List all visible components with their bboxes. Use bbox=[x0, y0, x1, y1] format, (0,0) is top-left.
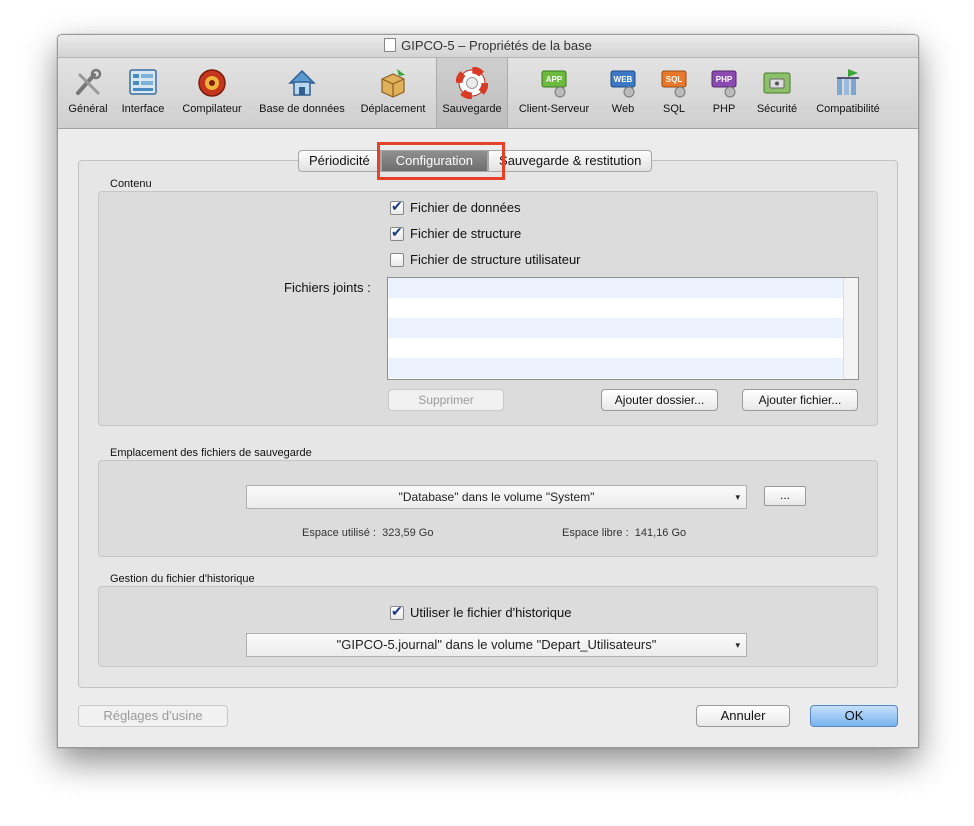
window-title: GIPCO-5 – Propriétés de la base bbox=[401, 38, 592, 53]
toolbar-item-web[interactable]: WEB Web bbox=[602, 58, 644, 128]
tab-periodicity[interactable]: Périodicité bbox=[298, 150, 381, 172]
security-icon bbox=[763, 72, 791, 94]
free-space-value: 141,16 Go bbox=[634, 527, 687, 539]
checkbox-checked-icon bbox=[390, 224, 404, 241]
toolbar-label: Client-Serveur bbox=[518, 103, 590, 115]
toolbar-item-move[interactable]: Déplacement bbox=[354, 58, 432, 128]
popup-arrow-icon: ▾ bbox=[735, 640, 740, 650]
checkbox-label: Fichier de structure utilisateur bbox=[410, 252, 581, 267]
factory-settings-button[interactable]: Réglages d'usine bbox=[78, 705, 228, 727]
checkbox-label: Utiliser le fichier d'historique bbox=[410, 605, 572, 620]
toolbar-item-compatibility[interactable]: Compatibilité bbox=[808, 58, 888, 128]
history-file-value: "GIPCO-5.journal" dans le volume "Depart… bbox=[336, 637, 657, 652]
toolbar-label: Déplacement bbox=[360, 103, 426, 115]
checkbox-unchecked-icon bbox=[390, 252, 404, 267]
toolbar-item-general[interactable]: Général bbox=[62, 58, 114, 128]
toolbar-label: Sécurité bbox=[756, 103, 798, 115]
add-folder-button[interactable]: Ajouter dossier... bbox=[601, 389, 718, 411]
toolbar-label: Général bbox=[68, 103, 108, 115]
toolbar-label: Interface bbox=[121, 103, 165, 115]
sql-icon: SQL bbox=[661, 70, 687, 98]
free-space: Espace libre : 141,16 Go bbox=[562, 527, 686, 539]
toolbar-label: Sauvegarde bbox=[442, 103, 502, 115]
toolbar-item-interface[interactable]: Interface bbox=[116, 58, 170, 128]
browse-button[interactable]: ... bbox=[764, 486, 806, 506]
highlight-frame bbox=[377, 142, 505, 180]
location-popup[interactable]: "Database" dans le volume "System" ▾ bbox=[246, 485, 747, 509]
web-icon: WEB bbox=[610, 70, 636, 98]
checkbox-data-file[interactable]: Fichier de données bbox=[390, 198, 521, 215]
toolbar: Général Interface Compilateur Base de do… bbox=[58, 58, 918, 129]
compiler-icon bbox=[198, 69, 226, 97]
cancel-button[interactable]: Annuler bbox=[696, 705, 790, 727]
toolbar-item-security[interactable]: Sécurité bbox=[752, 58, 802, 128]
section-label-history: Gestion du fichier d'historique bbox=[110, 573, 255, 585]
free-space-label: Espace libre : bbox=[562, 527, 629, 539]
used-space-value: 323,59 Go bbox=[382, 527, 434, 539]
toolbar-item-client-server[interactable]: APP Client-Serveur bbox=[512, 58, 596, 128]
toolbar-item-php[interactable]: PHP PHP bbox=[702, 58, 746, 128]
add-file-button[interactable]: Ajouter fichier... bbox=[742, 389, 858, 411]
toolbar-item-database[interactable]: Base de données bbox=[254, 58, 350, 128]
section-label-content: Contenu bbox=[110, 178, 152, 190]
interface-icon bbox=[129, 69, 157, 95]
section-label-location: Emplacement des fichiers de sauvegarde bbox=[110, 447, 312, 459]
move-box-icon bbox=[381, 69, 405, 98]
checkbox-label: Fichier de structure bbox=[410, 226, 522, 241]
checkbox-checked-icon bbox=[390, 603, 404, 620]
checkbox-checked-icon bbox=[390, 198, 404, 215]
app-icon: APP bbox=[541, 70, 567, 98]
title-bar: GIPCO-5 – Propriétés de la base bbox=[58, 35, 918, 58]
attached-files-list[interactable] bbox=[387, 277, 859, 380]
preferences-window: GIPCO-5 – Propriétés de la base Général … bbox=[57, 34, 919, 748]
location-value: "Database" dans le volume "System" bbox=[398, 490, 595, 504]
checkbox-use-history[interactable]: Utiliser le fichier d'historique bbox=[390, 603, 572, 620]
toolbar-label: Base de données bbox=[259, 103, 345, 115]
ok-button[interactable]: OK bbox=[810, 705, 898, 727]
checkbox-label: Fichier de données bbox=[410, 200, 521, 215]
used-space-label: Espace utilisé : bbox=[302, 527, 376, 539]
used-space: Espace utilisé : 323,59 Go bbox=[302, 527, 433, 539]
attached-files-label: Fichiers joints : bbox=[284, 280, 371, 295]
tools-icon bbox=[76, 68, 102, 95]
checkbox-user-structure-file[interactable]: Fichier de structure utilisateur bbox=[390, 252, 581, 267]
php-icon: PHP bbox=[711, 70, 737, 98]
toolbar-label: Web bbox=[611, 103, 635, 115]
toolbar-item-sql[interactable]: SQL SQL bbox=[652, 58, 696, 128]
popup-arrow-icon: ▾ bbox=[735, 492, 740, 502]
lifebuoy-icon bbox=[456, 67, 488, 99]
checkbox-structure-file[interactable]: Fichier de structure bbox=[390, 224, 522, 241]
database-home-icon bbox=[288, 69, 316, 96]
toolbar-label: SQL bbox=[662, 103, 685, 115]
svg-text:SQL: SQL bbox=[666, 75, 683, 84]
toolbar-item-compiler[interactable]: Compilateur bbox=[176, 58, 248, 128]
toolbar-item-backup[interactable]: Sauvegarde bbox=[436, 58, 508, 128]
svg-text:WEB: WEB bbox=[614, 75, 633, 84]
document-icon bbox=[384, 38, 397, 52]
toolbar-label: PHP bbox=[712, 103, 736, 115]
history-file-popup[interactable]: "GIPCO-5.journal" dans le volume "Depart… bbox=[246, 633, 747, 657]
svg-text:APP: APP bbox=[546, 75, 563, 84]
tab-backup-restore[interactable]: Sauvegarde & restitution bbox=[488, 150, 653, 172]
svg-text:PHP: PHP bbox=[716, 75, 733, 84]
compatibility-icon bbox=[837, 69, 859, 95]
toolbar-label: Compatibilité bbox=[816, 103, 880, 115]
list-scrollbar[interactable] bbox=[843, 278, 858, 379]
delete-button[interactable]: Supprimer bbox=[388, 389, 504, 411]
toolbar-label: Compilateur bbox=[182, 103, 242, 115]
